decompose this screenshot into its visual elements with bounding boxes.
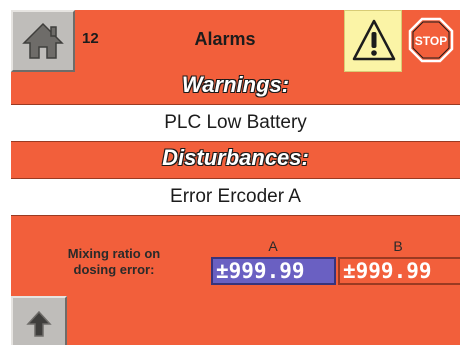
warnings-heading: Warnings: — [181, 72, 290, 97]
warning-triangle-icon — [352, 19, 396, 61]
mixing-ratio-label-line1: Mixing ratio on — [67, 246, 161, 261]
warning-button[interactable] — [344, 10, 402, 72]
up-arrow-icon — [26, 311, 52, 337]
stop-button[interactable]: STOP — [402, 10, 460, 72]
warning-message: PLC Low Battery — [11, 104, 460, 142]
stop-label: STOP — [415, 34, 447, 48]
mixing-ratio-label-line2: dosing error: — [73, 262, 155, 277]
home-button[interactable] — [11, 10, 75, 72]
alarm-panel: 12 Alarms STOP Warnings: PLC Low Battery… — [11, 10, 460, 345]
mixing-ratio-label: Mixing ratio on dosing error: — [39, 246, 189, 278]
screen-number: 12 — [82, 30, 99, 47]
column-b-label: B — [393, 238, 403, 254]
up-button[interactable] — [11, 296, 67, 345]
column-a-label: A — [268, 238, 278, 254]
disturbances-heading: Disturbances: — [162, 145, 309, 170]
disturbance-message: Error Ercoder A — [11, 178, 460, 216]
home-icon — [22, 22, 64, 59]
value-a-field[interactable]: ±999.99 — [211, 257, 336, 285]
value-b-field[interactable]: ±999.99 — [338, 257, 460, 285]
stop-sign-icon: STOP — [408, 17, 454, 63]
page-title: Alarms — [194, 29, 256, 49]
